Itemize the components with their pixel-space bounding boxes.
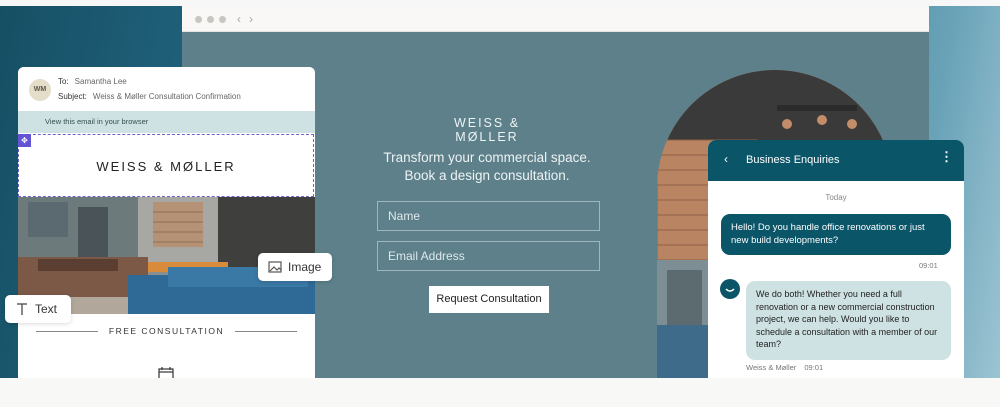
browser-toolbar: ‹ › — [182, 6, 929, 32]
agent-avatar — [720, 279, 740, 299]
move-handle-icon[interactable]: ✥ — [18, 134, 31, 147]
to-value: Samantha Lee — [74, 77, 127, 86]
headline-line-2: Book a design consultation. — [404, 168, 570, 183]
chat-day-label: Today — [825, 193, 847, 202]
chat-title: Business Enquiries — [746, 154, 840, 166]
landing-headline: Transform your commercial space. Book a … — [377, 149, 597, 185]
landing-logo: WEISS & MØLLER — [453, 116, 521, 144]
email-header: WM To: Samantha Lee Subject: Weiss & Mølle… — [18, 67, 315, 111]
email-input[interactable]: Email Address — [377, 241, 600, 271]
request-consultation-button[interactable]: Request Consultation — [429, 286, 549, 313]
incoming-message-meta: Weiss & Møller 09:01 — [746, 363, 823, 372]
forward-chevron-icon[interactable]: › — [249, 11, 253, 27]
to-label: To: — [58, 77, 69, 86]
window-dot-2 — [207, 16, 214, 23]
subject-label: Subject: — [58, 92, 87, 101]
incoming-sender: Weiss & Møller — [746, 363, 797, 372]
sender-avatar: WM — [29, 79, 51, 101]
text-icon — [17, 303, 27, 315]
outgoing-message: Hello! Do you handle office renovations … — [721, 214, 951, 255]
free-consultation-heading: FREE CONSULTATION — [108, 326, 225, 336]
incoming-message: We do both! Whether you need a full reno… — [746, 281, 951, 360]
email-logo: WEISS & MØLLER — [96, 159, 236, 174]
chat-back-icon[interactable]: ‹ — [724, 152, 728, 166]
chat-header: ‹ Business Enquiries ⋮ — [708, 140, 964, 181]
back-chevron-icon[interactable]: ‹ — [237, 11, 241, 27]
text-chip-label: Text — [35, 302, 58, 316]
email-logo-block[interactable]: WEISS & MØLLER — [18, 134, 314, 197]
image-chip-label: Image — [288, 260, 322, 274]
incoming-message-time: 09:01 — [804, 363, 824, 372]
calendar-icon — [158, 367, 174, 378]
image-block-chip[interactable]: Image — [258, 253, 332, 281]
email-to-row: To: Samantha Lee — [58, 77, 127, 86]
divider-right — [235, 331, 297, 332]
chat-widget: ‹ Business Enquiries ⋮ Today Hello! Do y… — [708, 140, 964, 378]
window-dot-1 — [195, 16, 202, 23]
subject-value: Weiss & Møller Consultation Confirmation — [92, 92, 241, 101]
view-in-browser-link[interactable]: View this email in your browser — [18, 111, 315, 133]
email-subject-row: Subject: Weiss & Møller Consultation Conf… — [58, 92, 241, 101]
outgoing-message-time: 09:01 — [919, 261, 938, 270]
headline-line-1: Transform your commercial space. — [383, 150, 591, 165]
smile-icon — [725, 288, 735, 292]
name-input[interactable]: Name — [377, 201, 600, 231]
more-options-icon[interactable]: ⋮ — [940, 150, 953, 163]
window-dot-3 — [219, 16, 226, 23]
text-block-chip[interactable]: Text — [5, 295, 71, 323]
image-icon — [268, 261, 282, 273]
email-preview-card: WM To: Samantha Lee Subject: Weiss & Mølle… — [18, 67, 315, 378]
